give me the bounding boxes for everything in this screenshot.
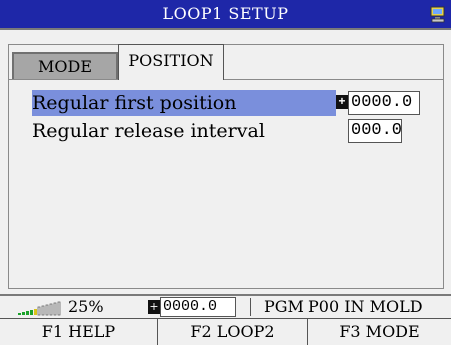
tab-position[interactable]: POSITION (118, 44, 224, 82)
signal-strength-icon (18, 301, 61, 316)
window-title: LOOP1 SETUP (162, 4, 289, 23)
status-value: 0000.0 (160, 297, 236, 317)
program-label: PGM (264, 297, 304, 316)
function-key-bar: F1 HELP F2 LOOP2 F3 MODE (0, 318, 451, 345)
first-position-field[interactable]: 0000.0 (348, 91, 420, 115)
f3-mode-button[interactable]: F3 MODE (308, 319, 451, 345)
setting-label: Regular release interval (32, 120, 265, 142)
tab-divider (8, 79, 118, 80)
setting-row-first-position[interactable]: Regular first position + 0000.0 (32, 90, 422, 116)
f1-help-button[interactable]: F1 HELP (0, 319, 158, 345)
f2-loop2-button[interactable]: F2 LOOP2 (158, 319, 308, 345)
status-bar: 25% + 0000.0 PGM P00 IN MOLD (0, 294, 451, 318)
settings-panel (8, 44, 444, 289)
edit-cursor-icon: + (336, 95, 348, 109)
setting-label: Regular first position (32, 92, 237, 114)
mold-state: P00 IN MOLD (308, 297, 423, 316)
status-divider (250, 298, 251, 316)
computer-icon[interactable] (429, 5, 447, 23)
status-marker-icon: + (148, 300, 160, 314)
release-interval-field[interactable]: 000.0 (348, 119, 402, 143)
tab-mode[interactable]: MODE (12, 52, 118, 80)
setting-row-release-interval[interactable]: Regular release interval 000.0 (32, 118, 422, 144)
signal-percent: 25% (68, 297, 104, 316)
tab-divider (224, 79, 444, 80)
title-bar: LOOP1 SETUP (0, 0, 451, 30)
